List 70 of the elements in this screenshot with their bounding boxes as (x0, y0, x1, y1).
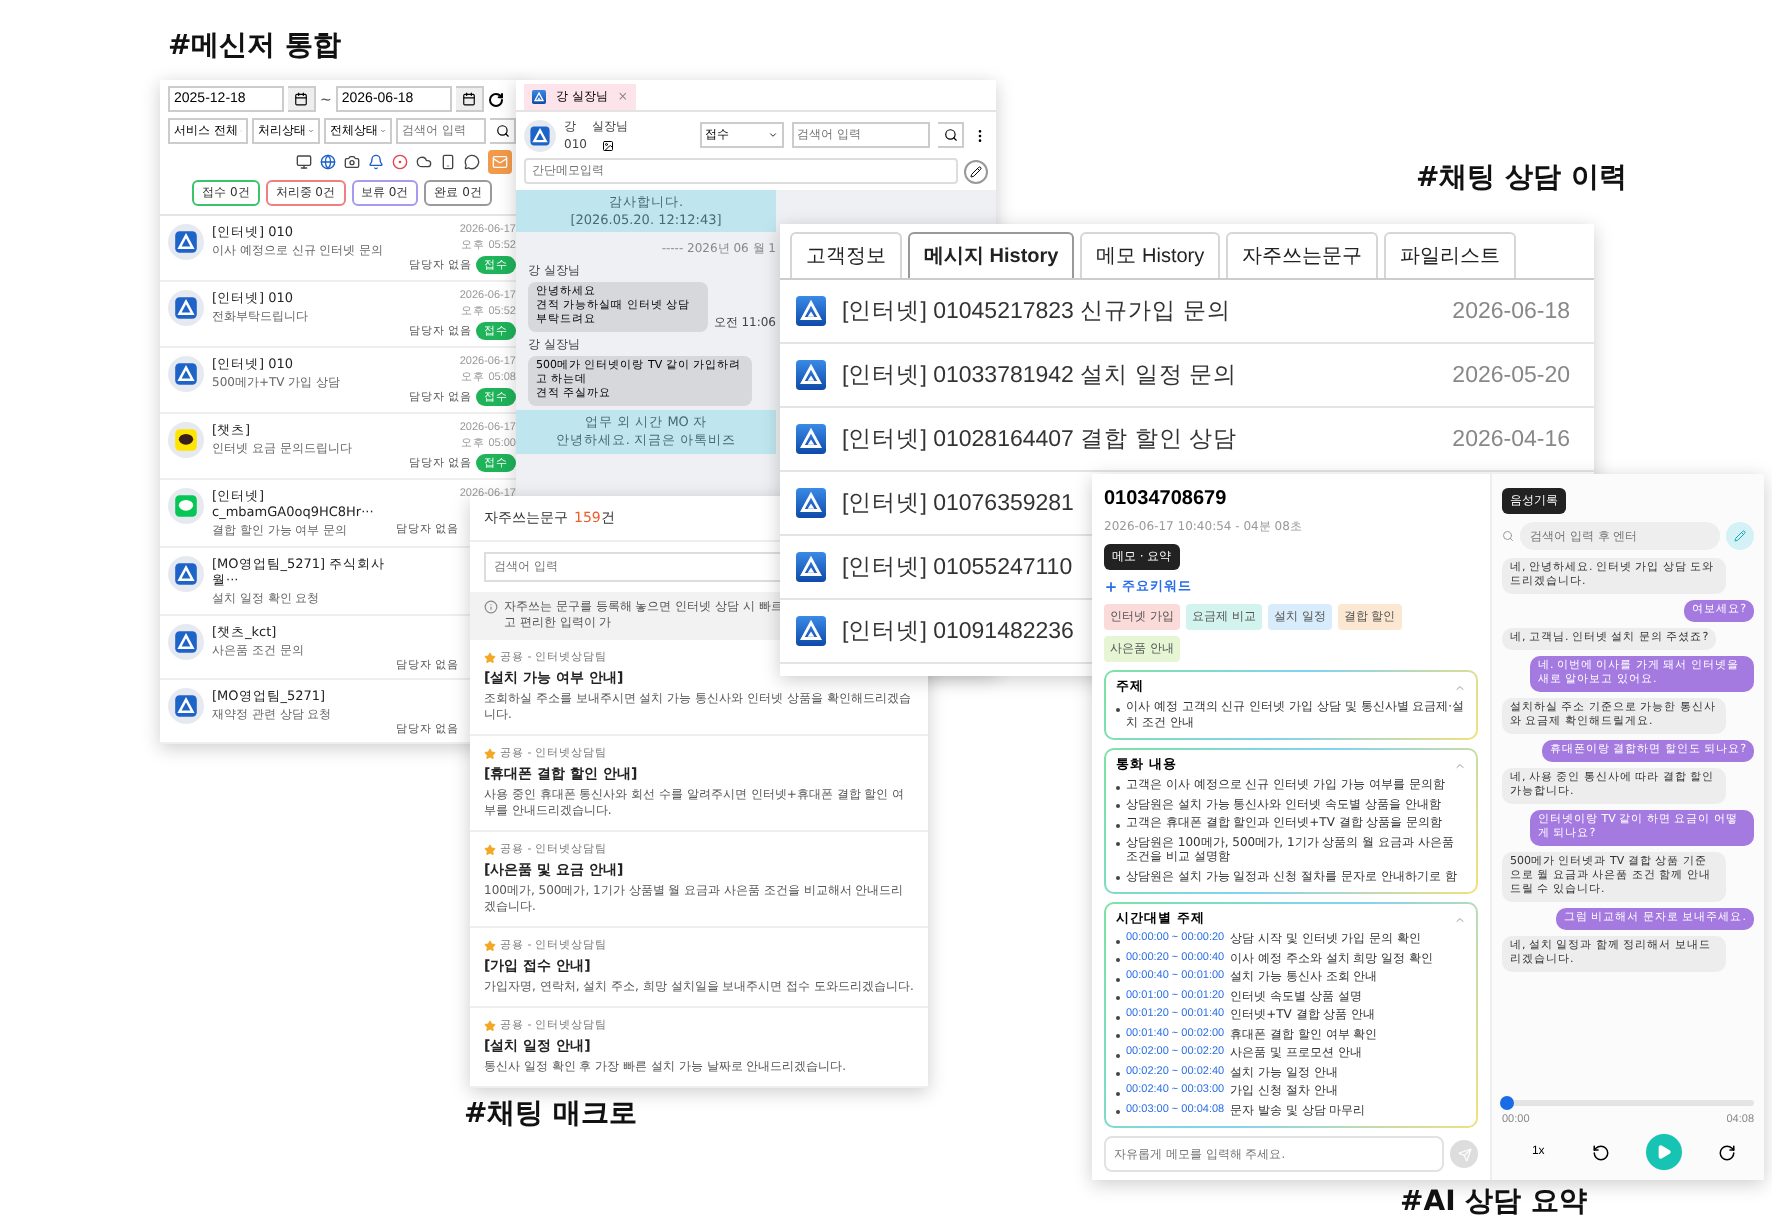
history-title: [인터넷] 01055247110 (842, 554, 1073, 582)
globe-icon[interactable] (320, 154, 336, 170)
triangle-logo-icon (168, 624, 204, 660)
history-title: [인터넷] 01091482236 (842, 618, 1074, 646)
caption-text: #채팅 매크로 (464, 1096, 638, 1132)
search-button[interactable] (938, 122, 964, 148)
caption-text: #메신저 통합 (168, 28, 342, 64)
target-icon[interactable] (392, 154, 408, 170)
triangle-logo-icon (168, 688, 204, 724)
tab[interactable]: 메모 History (1080, 232, 1221, 278)
history-date: 2026-05-20 (1452, 363, 1570, 387)
search-icon (495, 124, 509, 138)
star-icon (484, 939, 496, 951)
search-icon (943, 128, 957, 142)
search-button[interactable] (490, 118, 516, 144)
phone-icon[interactable] (440, 154, 456, 170)
triangle-logo-icon (796, 424, 826, 454)
calendar-button[interactable] (455, 86, 484, 112)
star-icon (484, 651, 496, 663)
history-date: 2026-04-16 (1452, 427, 1570, 451)
forward-icon[interactable] (1718, 1143, 1737, 1161)
tab[interactable]: 메시지 History (908, 232, 1075, 278)
triangle-logo-icon (796, 552, 826, 582)
plus-icon (1104, 580, 1118, 594)
star-icon (484, 843, 496, 855)
mail-icon (492, 154, 508, 170)
caption-text: #채팅 상담 이력 (1416, 160, 1627, 196)
send-icon (1457, 1147, 1471, 1161)
tab[interactable]: 고객정보 (790, 232, 902, 278)
camera-icon[interactable] (344, 154, 360, 170)
edit-button[interactable] (964, 159, 988, 183)
history-title: [인터넷] 01033781942 설치 일정 문의 (842, 362, 1238, 390)
triangle-logo-icon (168, 356, 204, 392)
triangle-logo-icon (796, 296, 826, 326)
progress-thumb[interactable] (1500, 1096, 1514, 1110)
calendar-button[interactable] (288, 86, 316, 112)
cloud-icon[interactable] (416, 154, 432, 170)
pencil-icon (970, 165, 982, 177)
history-date: 2026-06-18 (1452, 299, 1570, 323)
rewind-icon[interactable] (1592, 1143, 1611, 1161)
calendar-icon (461, 92, 476, 106)
triangle-logo-icon (532, 90, 546, 104)
history-title: [인터넷] 01028164407 결합 할인 상담 (842, 426, 1238, 454)
image-icon (602, 139, 615, 151)
triangle-logo-icon (168, 556, 204, 592)
triangle-logo-icon (168, 290, 204, 326)
calendar-icon (294, 92, 308, 106)
monitor-icon[interactable] (296, 154, 312, 170)
phone-number: 01034708679 (1104, 488, 1229, 510)
triangle-logo-icon (796, 616, 826, 646)
star-icon (484, 747, 496, 759)
play-icon (1656, 1144, 1673, 1160)
refresh-icon[interactable] (487, 91, 504, 107)
chat-icon[interactable] (464, 154, 480, 170)
triangle-logo-icon (524, 119, 556, 151)
triangle-logo-icon (168, 224, 204, 260)
speech-bubble-icon (168, 422, 204, 458)
history-title: [인터넷] 01076359281 (842, 490, 1074, 518)
star-icon (484, 1019, 496, 1031)
tab[interactable]: 파일리스트 (1384, 232, 1517, 278)
triangle-logo-icon (796, 360, 826, 390)
history-title: [인터넷] 01045217823 신규가입 문의 (842, 298, 1231, 326)
caption-text: #AI 상담 요약 (1400, 1184, 1588, 1220)
search-icon (1502, 530, 1514, 542)
bell-icon[interactable] (368, 154, 384, 170)
triangle-logo-icon (796, 488, 826, 518)
info-icon (484, 600, 498, 614)
pencil-icon (1734, 530, 1746, 542)
speech-bubble-icon (168, 488, 204, 524)
tab[interactable]: 자주쓰는문구 (1226, 232, 1379, 278)
